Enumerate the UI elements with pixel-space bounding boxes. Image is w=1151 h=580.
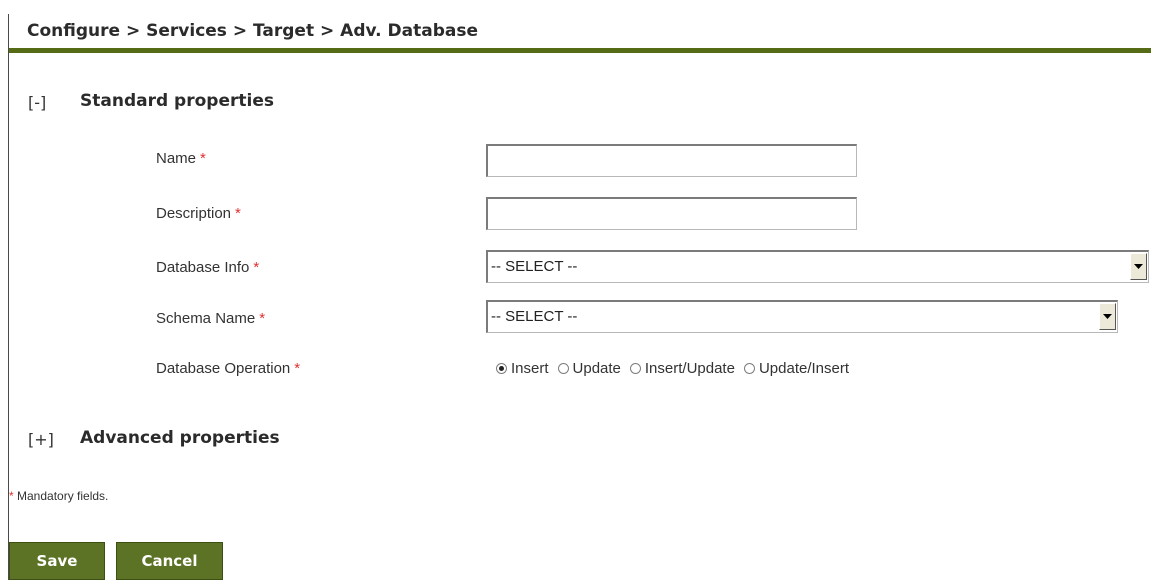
description-input[interactable]: [486, 197, 857, 230]
radio-update-insert[interactable]: Update/Insert: [743, 359, 850, 377]
database-info-selected: -- SELECT --: [491, 258, 578, 275]
database-info-label-text: Database Info: [156, 259, 250, 276]
radio-insert[interactable]: Insert: [496, 360, 549, 377]
schema-name-selected: -- SELECT --: [491, 308, 578, 325]
mandatory-note-text: Mandatory fields.: [13, 489, 109, 503]
radio-button[interactable]: [496, 362, 507, 374]
chevron-down-icon[interactable]: [1130, 253, 1147, 280]
database-operation-radio-group: Insert Update Insert/Update Update/Inser…: [496, 357, 858, 379]
radio-label: Insert/Update: [644, 359, 735, 377]
cancel-button[interactable]: Cancel: [116, 542, 223, 580]
required-marker: *: [235, 205, 241, 222]
database-operation-label-text: Database Operation: [156, 360, 291, 377]
required-marker: *: [253, 259, 260, 276]
chevron-down-icon[interactable]: [1099, 303, 1116, 330]
advanced-properties-title[interactable]: Advanced properties: [80, 428, 280, 448]
description-label-text: Description: [156, 205, 232, 222]
standard-properties-title[interactable]: Standard properties: [80, 91, 274, 111]
radio-button[interactable]: [557, 362, 569, 374]
name-label-text: Name: [156, 150, 197, 167]
required-marker: *: [294, 360, 301, 377]
radio-button[interactable]: [743, 362, 755, 374]
schema-name-label-text: Schema Name: [156, 310, 256, 327]
advanced-properties-toggle[interactable]: [+]: [28, 430, 54, 449]
schema-name-label: Schema Name *: [156, 310, 265, 327]
database-info-select[interactable]: -- SELECT --: [486, 250, 1149, 283]
schema-name-select[interactable]: -- SELECT --: [486, 300, 1118, 333]
radio-label: Update: [572, 359, 621, 377]
page-header: Configure > Services > Target > Adv. Dat…: [9, 14, 1151, 53]
description-label: Description *: [156, 205, 241, 222]
radio-update[interactable]: Update: [557, 359, 621, 377]
radio-label: Insert: [511, 359, 549, 377]
name-label: Name *: [156, 150, 206, 167]
required-marker: *: [200, 150, 206, 167]
save-button[interactable]: Save: [9, 542, 105, 580]
radio-button[interactable]: [629, 362, 641, 374]
breadcrumb: Configure > Services > Target > Adv. Dat…: [27, 21, 479, 41]
radio-insert-update[interactable]: Insert/Update: [629, 359, 735, 377]
database-operation-label: Database Operation *: [156, 360, 300, 377]
required-marker: *: [259, 310, 266, 327]
radio-label: Update/Insert: [758, 359, 850, 377]
standard-properties-toggle[interactable]: [-]: [28, 93, 46, 112]
database-info-label: Database Info *: [156, 259, 259, 276]
name-input[interactable]: [486, 144, 857, 177]
page-frame: Configure > Services > Target > Adv. Dat…: [8, 14, 1151, 580]
mandatory-note: * Mandatory fields.: [9, 489, 108, 503]
